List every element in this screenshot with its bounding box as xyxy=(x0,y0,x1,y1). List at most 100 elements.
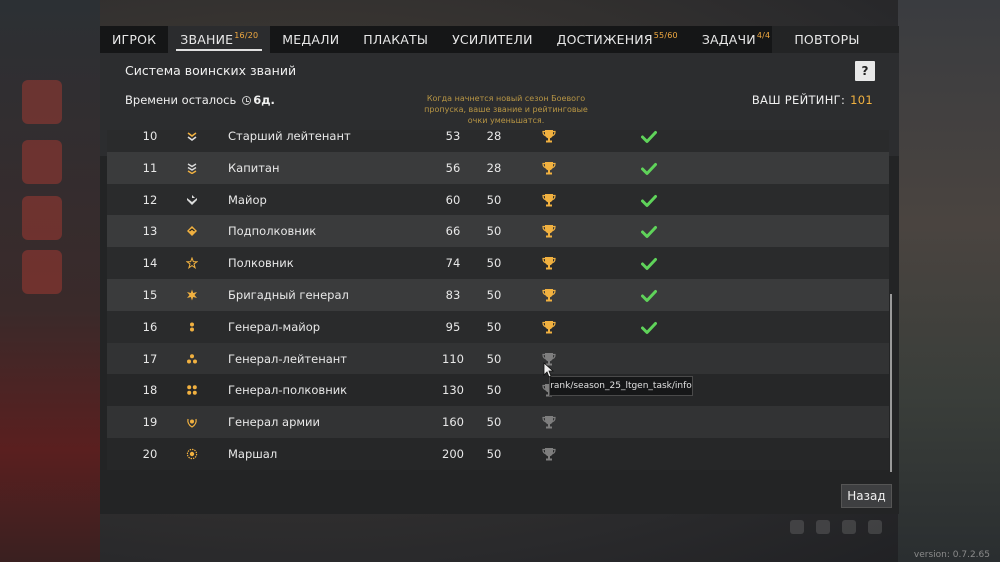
rank-name: Бригадный генерал xyxy=(228,288,349,302)
rank-reward: 50 xyxy=(486,447,502,461)
chevron-double-icon xyxy=(185,130,199,143)
rank-number: 11 xyxy=(142,160,158,175)
rank-number: 16 xyxy=(142,319,158,334)
time-remaining-label: Времени осталось xyxy=(125,93,237,107)
checkmark-icon xyxy=(641,256,657,271)
tab-label: УСИЛИТЕЛИ xyxy=(452,32,533,47)
tab-1[interactable]: ЗВАНИЕ 16/20 xyxy=(168,26,271,53)
rank-reward: 50 xyxy=(486,351,502,366)
background-avatar-3 xyxy=(22,196,62,240)
rank-row[interactable]: 15 Бригадный генерал 83 50 xyxy=(107,279,889,311)
rank-name: Майор xyxy=(228,192,267,207)
tab-5[interactable]: ДОСТИЖЕНИЯ 55/60 xyxy=(545,26,690,53)
background-control xyxy=(868,520,882,534)
scrollbar[interactable] xyxy=(890,294,892,472)
background-control xyxy=(790,520,804,534)
rank-number: 17 xyxy=(142,351,158,366)
rank-row[interactable]: 10 Старший лейтенант 53 28 xyxy=(107,130,889,152)
rank-reward: 50 xyxy=(486,319,502,334)
tab-2[interactable]: МЕДАЛИ xyxy=(270,26,351,53)
version-label: version: 0.7.2.65 xyxy=(913,550,990,560)
rank-row[interactable]: 12 Майор 60 50 xyxy=(107,183,889,216)
checkmark-icon xyxy=(641,288,657,302)
trophy-gold-icon xyxy=(541,319,557,335)
checkmark-icon xyxy=(641,161,657,175)
four-dots-icon xyxy=(185,383,199,397)
rank-row[interactable]: 11 Капитан 56 28 xyxy=(107,151,889,184)
rank-reward: 50 xyxy=(486,288,502,302)
rank-row[interactable]: 13 Подполковник 66 50 xyxy=(107,215,889,248)
rank-points: 110 xyxy=(442,351,464,366)
tab-label: ЗВАНИЕ xyxy=(180,32,234,47)
rank-number: 19 xyxy=(142,415,158,430)
trophy-gold-icon xyxy=(541,192,557,208)
trophy-gold-icon xyxy=(541,255,557,271)
rank-number: 12 xyxy=(142,192,158,207)
trophy-grey-icon xyxy=(541,414,557,430)
rank-name: Генерал-лейтенант xyxy=(228,351,347,366)
rank-row[interactable]: 19 Генерал армии 160 50 xyxy=(107,406,889,439)
trophy-gold-icon xyxy=(541,287,557,303)
chevron-heavy-icon xyxy=(185,193,199,207)
tab-6[interactable]: ЗАДАЧИ 4/4 xyxy=(690,26,783,53)
rank-reward: 50 xyxy=(486,383,502,398)
star-burst-icon xyxy=(185,288,199,302)
rank-name: Капитан xyxy=(228,160,280,175)
rank-row[interactable]: 14 Полковник 74 50 xyxy=(107,247,889,280)
wreath-star-icon xyxy=(185,415,199,429)
rank-number: 13 xyxy=(142,224,158,239)
tab-label: ИГРОК xyxy=(112,32,157,47)
rank-points: 160 xyxy=(442,415,464,430)
rank-number: 20 xyxy=(142,447,158,461)
tab-3[interactable]: ПЛАКАТЫ xyxy=(351,26,440,53)
help-button[interactable]: ? xyxy=(855,61,875,81)
rank-name: Подполковник xyxy=(228,224,317,239)
star-outline-icon xyxy=(185,256,199,270)
trophy-gold-icon xyxy=(541,160,557,176)
diamond-icon xyxy=(185,224,199,238)
chevron-triple-icon xyxy=(185,161,199,175)
back-button[interactable]: Назад xyxy=(841,484,892,508)
tab-7[interactable]: ПОВТОРЫ xyxy=(782,26,871,53)
checkmark-icon xyxy=(641,224,657,239)
rank-points: 60 xyxy=(445,192,461,207)
rank-panel: ИГРОК ЗВАНИЕ 16/20 МЕДАЛИ ПЛАКАТЫ УСИЛИТЕЛИ ДО… xyxy=(100,26,899,514)
time-remaining-value: 6д. xyxy=(253,93,275,107)
rank-number: 14 xyxy=(142,256,158,271)
tab-0[interactable]: ИГРОК xyxy=(100,26,168,53)
rank-points: 200 xyxy=(442,447,464,461)
rank-points: 56 xyxy=(445,160,461,175)
background-controls xyxy=(790,520,882,534)
rank-list[interactable]: 10 Старший лейтенант 53 28 11 Капитан 56 28 12… xyxy=(107,130,889,472)
rank-row[interactable]: 20 Маршал 200 50 xyxy=(107,438,889,470)
tab-bar: ИГРОК ЗВАНИЕ 16/20 МЕДАЛИ ПЛАКАТЫ УСИЛИТЕЛИ ДО… xyxy=(100,26,859,53)
rank-row[interactable]: 18 Генерал-полковник 130 50 xyxy=(107,374,889,407)
rank-name: Генерал-полковник xyxy=(228,383,348,398)
rank-reward: 28 xyxy=(486,160,502,175)
rank-number: 10 xyxy=(142,130,158,143)
two-dots-icon xyxy=(185,320,199,334)
rank-name: Генерал-майор xyxy=(228,319,321,334)
sun-icon xyxy=(185,447,199,461)
rank-row[interactable]: 17 Генерал-лейтенант 110 50 xyxy=(107,342,889,375)
background-avatar-2 xyxy=(22,140,62,184)
tab-4[interactable]: УСИЛИТЕЛИ xyxy=(440,26,545,53)
rank-name: Генерал армии xyxy=(228,415,321,430)
rank-name: Полковник xyxy=(228,256,294,271)
tab-label: ПОВТОРЫ xyxy=(794,32,860,47)
background-avatar-4 xyxy=(22,250,62,294)
rating-value: 101 xyxy=(850,93,873,107)
mouse-cursor-icon xyxy=(543,362,555,378)
background-left xyxy=(0,0,100,562)
background-avatar-1 xyxy=(22,80,62,124)
tab-badge: 16/20 xyxy=(234,31,259,40)
rating-label: ВАШ РЕЙТИНГ: xyxy=(751,93,846,107)
three-dots-icon xyxy=(185,352,199,366)
clock-icon xyxy=(242,96,252,105)
checkmark-icon xyxy=(641,320,657,334)
rank-name: Старший лейтенант xyxy=(228,130,351,143)
trophy-gold-icon xyxy=(541,223,557,239)
tab-label: ДОСТИЖЕНИЯ xyxy=(556,32,653,47)
rank-row[interactable]: 16 Генерал-майор 95 50 xyxy=(107,310,889,343)
rank-reward: 28 xyxy=(486,130,502,143)
